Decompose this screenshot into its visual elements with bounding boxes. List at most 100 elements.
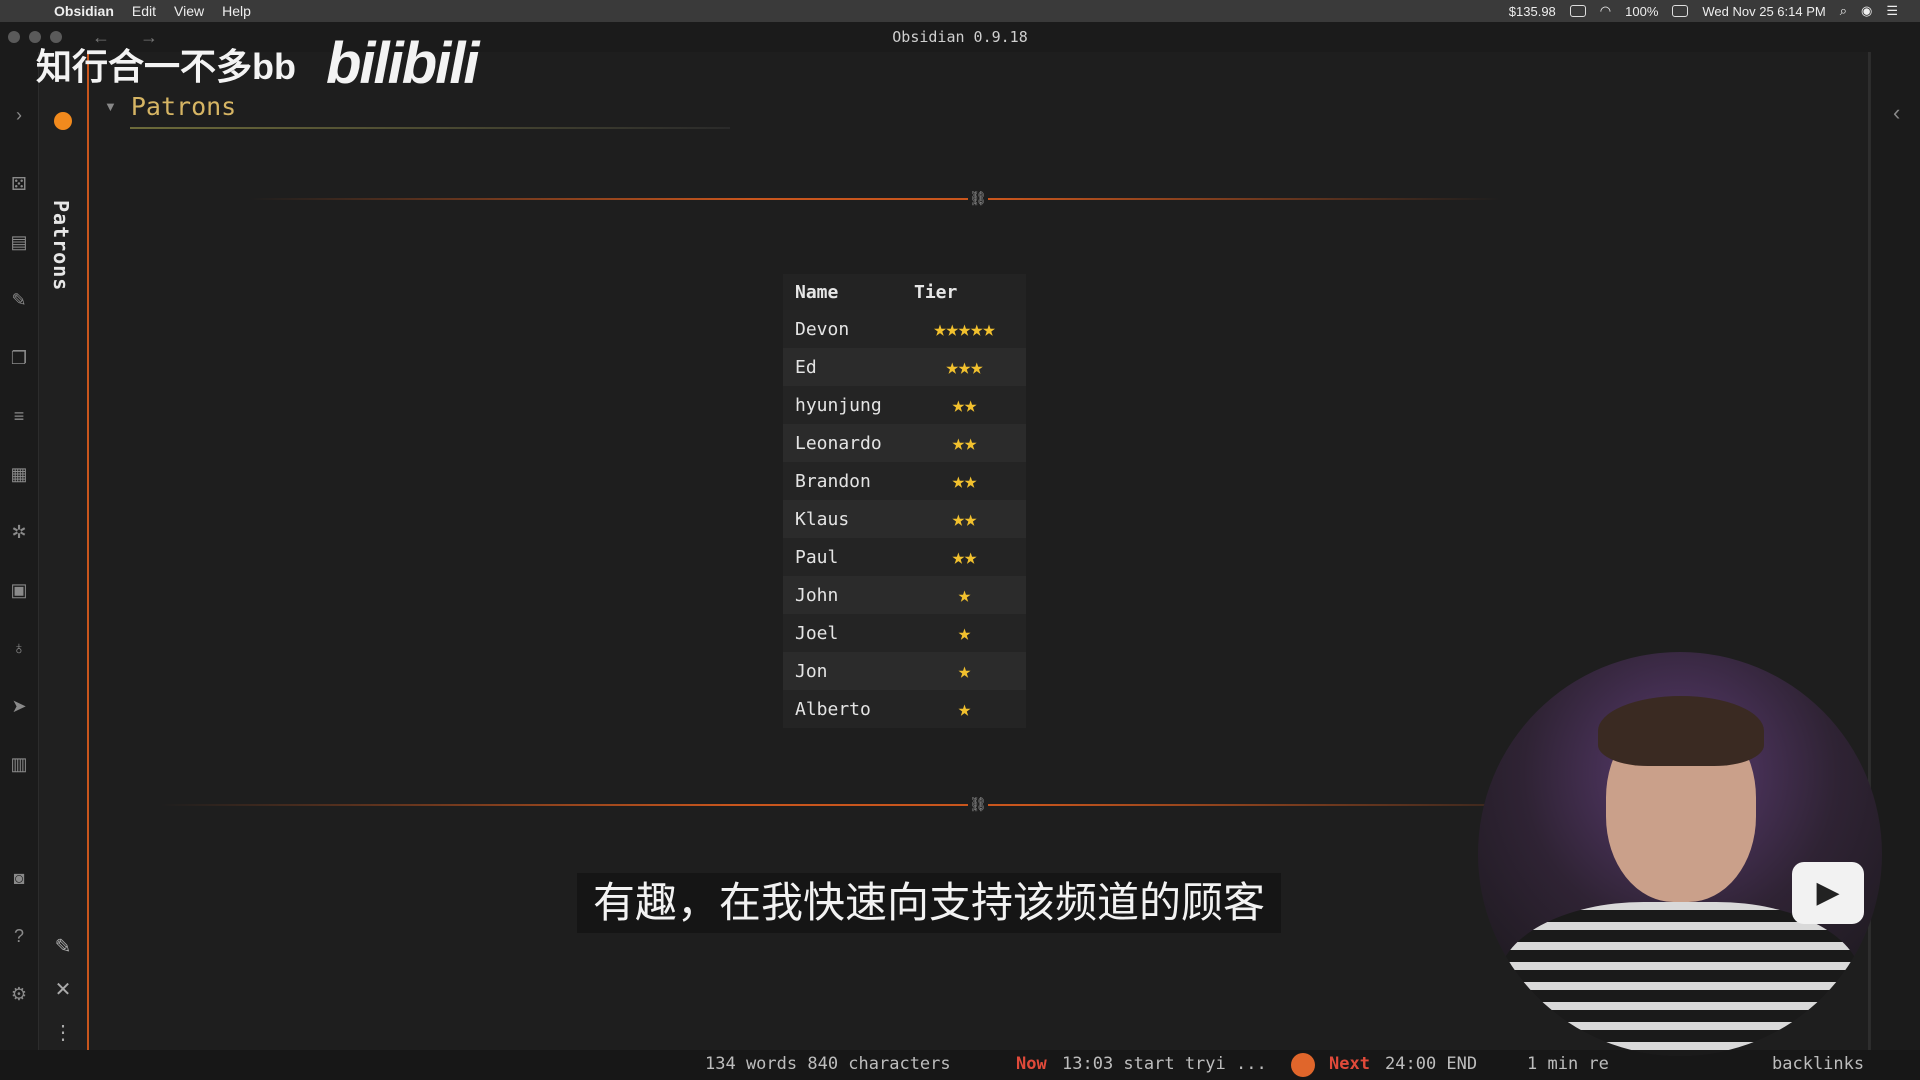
patron-tier-stars: ★★★ [902, 348, 1026, 386]
patron-tier-stars: ★ [902, 576, 1026, 614]
left-ribbon: › ⚄ ▤ ✎ ❐ ≡ ▦ ✲ ▣ ♁ ➤ ▥ ◙ ? ⚙ [0, 52, 39, 1050]
menubar-clock[interactable]: Wed Nov 25 6:14 PM [1702, 4, 1825, 19]
page-title: Patrons [130, 92, 237, 121]
wifi-icon[interactable]: ◠ [1600, 3, 1611, 19]
table-row: Devon ★★★★★ [783, 310, 1026, 348]
pencil-icon[interactable]: ✎ [8, 289, 30, 311]
send-icon[interactable]: ➤ [8, 695, 30, 717]
patron-name: hyunjung [783, 386, 902, 424]
link-icon-bottom: ⛓ [968, 796, 988, 812]
expand-sidebar-icon[interactable]: › [8, 104, 30, 126]
patron-name: Jon [783, 652, 902, 690]
patron-tier-stars: ★ [902, 652, 1026, 690]
link-icon: ⛓ [968, 190, 988, 206]
now-task-text: 13:03 start tryi ... [1062, 1054, 1267, 1074]
heading-row: ▼ Patrons [104, 92, 236, 121]
grid-icon[interactable]: ▥ [8, 753, 30, 775]
presenter-hair [1598, 696, 1764, 766]
timer-dot-icon[interactable] [1291, 1053, 1315, 1077]
patron-name: Ed [783, 348, 902, 386]
random-note-icon[interactable]: ⚄ [8, 173, 30, 195]
table-header-row: Name Tier [783, 274, 1026, 310]
word-character-count: 134 words 840 characters [705, 1054, 951, 1074]
close-icon[interactable]: ✕ [51, 977, 75, 1002]
table-row: Joel ★ [783, 614, 1026, 652]
patron-name: Leonardo [783, 424, 902, 462]
patron-tier-stars: ★★ [902, 538, 1026, 576]
patron-name: Paul [783, 538, 902, 576]
presenter-shirt [1498, 902, 1862, 1056]
expand-right-sidebar-icon[interactable]: ‹ [1893, 100, 1900, 126]
settings-gear-icon[interactable]: ⚙ [8, 983, 30, 1005]
search-icon[interactable]: ⌕ [1840, 3, 1847, 19]
battery-icon[interactable] [1672, 5, 1689, 17]
display-icon[interactable] [1569, 5, 1586, 17]
patron-name: Devon [783, 310, 902, 348]
table-row: hyunjung ★★ [783, 386, 1026, 424]
backlinks-count[interactable]: backlinks [1772, 1054, 1864, 1074]
menu-app-name[interactable]: Obsidian [54, 3, 114, 19]
patron-name: Brandon [783, 462, 902, 500]
bottom-divider [160, 804, 1600, 806]
patron-tier-stars: ★ [902, 690, 1026, 728]
siri-icon[interactable]: ◉ [1861, 3, 1872, 19]
flame-icon [54, 112, 72, 130]
patron-tier-stars: ★★ [902, 386, 1026, 424]
patron-tier-stars: ★★ [902, 462, 1026, 500]
table-row: Jon ★ [783, 652, 1026, 690]
heading-underline [130, 127, 730, 129]
battery-percent[interactable]: 100% [1625, 4, 1658, 19]
column-header-tier: Tier [914, 281, 958, 303]
patron-name: Alberto [783, 690, 902, 728]
table-row: Ed ★★★ [783, 348, 1026, 386]
menu-view[interactable]: View [174, 3, 204, 19]
menubar-status-area: $135.98 ◠ 100% Wed Nov 25 6:14 PM ⌕ ◉ ☰ [1509, 0, 1898, 22]
patron-tier-stars: ★★ [902, 424, 1026, 462]
table-row: Alberto ★ [783, 690, 1026, 728]
play-icon[interactable]: ▶ [1792, 862, 1864, 924]
table-row: Leonardo ★★ [783, 424, 1026, 462]
patron-tier-stars: ★ [902, 614, 1026, 652]
close-window-button[interactable] [8, 31, 20, 43]
right-sidebar-collapsed: ‹ [1870, 52, 1920, 1050]
menu-help[interactable]: Help [222, 3, 251, 19]
price-readout[interactable]: $135.98 [1509, 4, 1556, 19]
document-icon[interactable]: ▦ [8, 463, 30, 485]
notification-center-icon[interactable]: ☰ [1886, 3, 1898, 19]
vault-icon[interactable]: ◙ [8, 867, 30, 889]
tab-label-patrons[interactable]: Patrons [49, 200, 73, 291]
bilibili-logo: bilibili [326, 31, 480, 96]
pinned-tab-strip: Patrons ✎ ✕ ⋮ [39, 52, 89, 1050]
more-options-icon[interactable]: ⋮ [51, 1020, 75, 1045]
patrons-table: Name Tier Devon ★★★★★ Ed ★★★ hyunjung ★★ Leona… [783, 274, 1026, 728]
channel-watermark: 知行合一不多bb [36, 46, 296, 87]
menubar: Obsidian Edit View Help $135.98 ◠ 100% W… [0, 0, 1920, 22]
patron-tier-stars: ★★ [902, 500, 1026, 538]
patron-name: Joel [783, 614, 902, 652]
column-header-name: Name [795, 281, 839, 303]
graph-view-icon[interactable]: ✲ [8, 521, 30, 543]
copy-icon[interactable]: ❐ [8, 347, 30, 369]
patron-name: John [783, 576, 902, 614]
collapse-caret-icon[interactable]: ▼ [104, 99, 117, 114]
next-task-text: 24:00 END [1385, 1054, 1478, 1074]
top-divider [250, 198, 1500, 200]
video-subtitle: 有趣，在我快速向支持该频道的顾客 [577, 873, 1282, 933]
patron-name: Klaus [783, 500, 902, 538]
table-icon[interactable]: ▤ [8, 231, 30, 253]
calendar-icon[interactable]: ▣ [8, 579, 30, 601]
menu-edit[interactable]: Edit [132, 3, 156, 19]
next-label: Next [1329, 1054, 1370, 1074]
now-label: Now [1016, 1054, 1047, 1074]
reading-time: 1 min re [1527, 1054, 1609, 1074]
table-row: John ★ [783, 576, 1026, 614]
webcam-overlay [1478, 652, 1882, 1056]
list-icon[interactable]: ≡ [8, 405, 30, 427]
table-row: Brandon ★★ [783, 462, 1026, 500]
help-icon[interactable]: ? [8, 925, 30, 947]
microphone-icon[interactable]: ♁ [8, 637, 30, 659]
table-row: Klaus ★★ [783, 500, 1026, 538]
edit-pencil-icon[interactable]: ✎ [51, 934, 75, 959]
table-row: Paul ★★ [783, 538, 1026, 576]
patron-tier-stars: ★★★★★ [902, 310, 1026, 348]
